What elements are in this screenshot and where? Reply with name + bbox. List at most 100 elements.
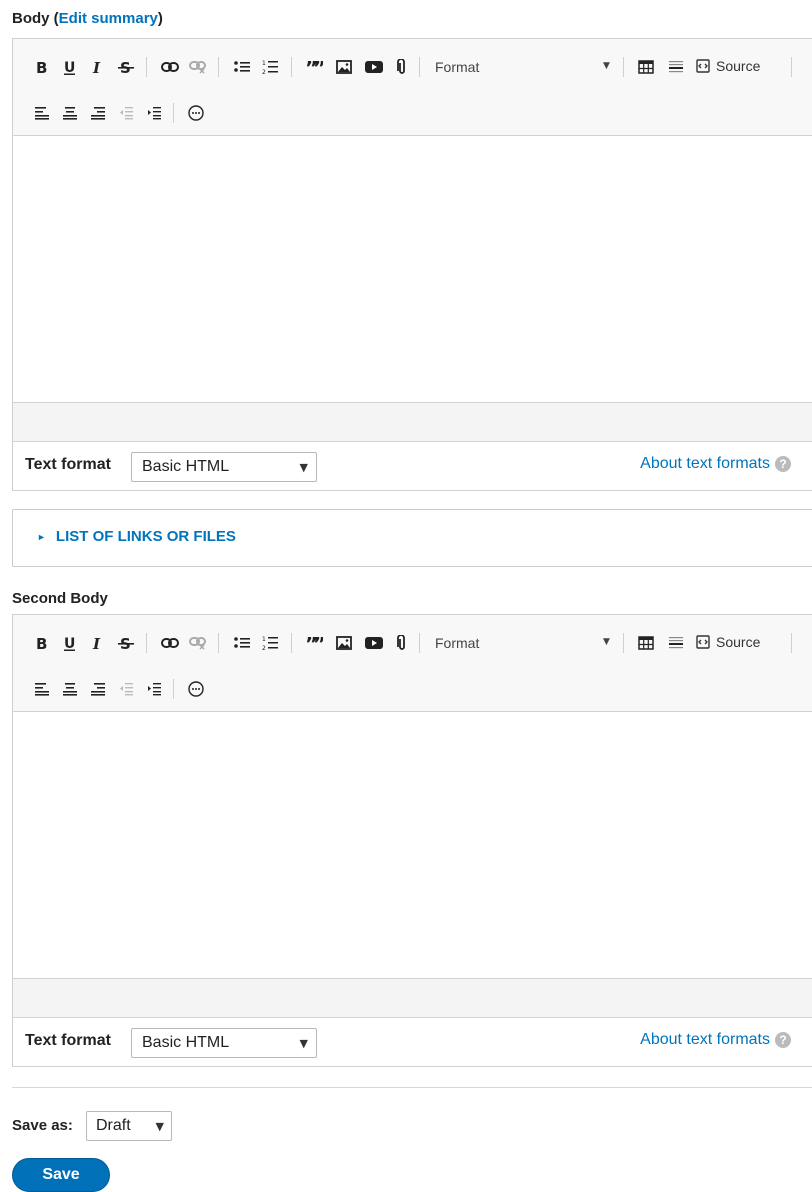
align-left-button[interactable] bbox=[31, 678, 53, 700]
svg-text:”: ” bbox=[313, 637, 323, 649]
numbered-list-button[interactable]: 12 bbox=[259, 632, 281, 654]
second-body-editor-content[interactable] bbox=[13, 712, 812, 978]
blockquote-button[interactable]: ”” bbox=[303, 56, 325, 78]
bulleted-list-icon bbox=[234, 61, 250, 72]
bulleted-list-button[interactable] bbox=[231, 632, 253, 654]
video-embed-button[interactable] bbox=[363, 56, 385, 78]
paperclip-icon bbox=[397, 635, 405, 650]
underline-button[interactable]: U bbox=[59, 632, 81, 654]
blockquote-icon: ”” bbox=[305, 637, 323, 649]
text-format-select[interactable]: Basic HTML ▼ bbox=[131, 1028, 317, 1058]
body-label: Body (Edit summary) bbox=[12, 10, 163, 27]
save-button[interactable]: Save bbox=[12, 1158, 110, 1192]
svg-text:2: 2 bbox=[262, 645, 266, 651]
details-summary[interactable]: ► LIST OF LINKS OR FILES bbox=[37, 528, 236, 545]
format-dropdown[interactable]: Format bbox=[435, 635, 479, 651]
more-button[interactable] bbox=[185, 102, 207, 124]
format-dropdown[interactable]: Format bbox=[435, 59, 479, 75]
table-icon bbox=[638, 60, 654, 74]
image-button[interactable] bbox=[333, 632, 355, 654]
align-right-icon bbox=[91, 683, 105, 696]
list-of-links-details[interactable]: ► LIST OF LINKS OR FILES bbox=[12, 509, 812, 567]
italic-button[interactable]: I bbox=[87, 632, 109, 654]
outdent-button[interactable] bbox=[115, 102, 137, 124]
blockquote-button[interactable]: ”” bbox=[303, 632, 325, 654]
toolbar-separator bbox=[146, 633, 147, 653]
text-format-select[interactable]: Basic HTML ▼ bbox=[131, 452, 317, 482]
question-circle-icon[interactable]: ? bbox=[775, 456, 791, 472]
horizontal-rule-button[interactable] bbox=[665, 632, 687, 654]
body-editor-toolbar: B U I S 12 ”” Format ▼ Source bbox=[13, 39, 812, 136]
image-button[interactable] bbox=[333, 56, 355, 78]
image-icon bbox=[336, 60, 352, 74]
toolbar-separator bbox=[218, 57, 219, 77]
numbered-list-icon: 12 bbox=[262, 60, 278, 75]
align-center-button[interactable] bbox=[59, 678, 81, 700]
outdent-button[interactable] bbox=[115, 678, 137, 700]
edit-summary-link[interactable]: Edit summary bbox=[59, 10, 158, 27]
align-left-button[interactable] bbox=[31, 102, 53, 124]
table-button[interactable] bbox=[635, 56, 657, 78]
ellipsis-circle-icon bbox=[188, 105, 204, 121]
unlink-button[interactable] bbox=[187, 56, 209, 78]
source-button[interactable]: Source bbox=[696, 634, 760, 650]
caret-down-icon: ▼ bbox=[299, 1037, 308, 1050]
indent-button[interactable] bbox=[143, 678, 165, 700]
body-label-paren-close: ) bbox=[157, 10, 163, 27]
svg-text:2: 2 bbox=[262, 69, 266, 75]
about-text-formats[interactable]: About text formats ? bbox=[640, 1031, 791, 1049]
indent-button[interactable] bbox=[143, 102, 165, 124]
strikethrough-button[interactable]: S bbox=[115, 632, 137, 654]
align-right-button[interactable] bbox=[87, 102, 109, 124]
video-embed-button[interactable] bbox=[363, 632, 385, 654]
table-button[interactable] bbox=[635, 632, 657, 654]
underline-button[interactable]: U bbox=[59, 56, 81, 78]
more-button[interactable] bbox=[185, 678, 207, 700]
svg-text:1: 1 bbox=[262, 636, 266, 643]
svg-text:U: U bbox=[64, 636, 75, 651]
align-right-icon bbox=[91, 107, 105, 120]
align-right-button[interactable] bbox=[87, 678, 109, 700]
source-button[interactable]: Source bbox=[696, 58, 760, 74]
body-label-paren-open: ( bbox=[49, 10, 59, 27]
moderation-state-select[interactable]: Draft ▼ bbox=[86, 1111, 172, 1141]
toolbar-separator bbox=[791, 633, 792, 653]
caret-down-icon: ▼ bbox=[155, 1120, 164, 1133]
align-center-button[interactable] bbox=[59, 102, 81, 124]
link-button[interactable] bbox=[159, 56, 181, 78]
body-editor: B U I S 12 ”” Format ▼ Source bbox=[12, 38, 812, 491]
align-left-icon bbox=[35, 107, 49, 120]
source-icon bbox=[696, 59, 710, 73]
unlink-button[interactable] bbox=[187, 632, 209, 654]
second-body-editor: B U I S 12 ”” Format ▼ Source bbox=[12, 614, 812, 1067]
indent-icon bbox=[148, 683, 161, 696]
strikethrough-button[interactable]: S bbox=[115, 56, 137, 78]
video-icon bbox=[365, 61, 383, 73]
italic-button[interactable]: I bbox=[87, 56, 109, 78]
text-format-label: Text format bbox=[25, 1032, 111, 1049]
chevron-down-icon[interactable]: ▼ bbox=[603, 637, 610, 647]
svg-text:1: 1 bbox=[262, 60, 266, 67]
question-circle-icon[interactable]: ? bbox=[775, 1032, 791, 1048]
body-editor-path-bar bbox=[13, 402, 812, 441]
indent-icon bbox=[148, 107, 161, 120]
svg-text:B: B bbox=[36, 635, 47, 651]
link-button[interactable] bbox=[159, 632, 181, 654]
horizontal-line-icon bbox=[669, 637, 683, 649]
body-editor-content[interactable] bbox=[13, 136, 812, 402]
bold-button[interactable]: B bbox=[31, 632, 53, 654]
about-text-formats-link[interactable]: About text formats bbox=[640, 455, 770, 473]
chevron-down-icon[interactable]: ▼ bbox=[603, 61, 610, 71]
horizontal-rule-button[interactable] bbox=[665, 56, 687, 78]
source-label: Source bbox=[716, 634, 761, 650]
about-text-formats[interactable]: About text formats ? bbox=[640, 455, 791, 473]
attach-file-button[interactable] bbox=[391, 632, 413, 654]
align-center-icon bbox=[63, 683, 77, 696]
bold-button[interactable]: B bbox=[31, 56, 53, 78]
attach-file-button[interactable] bbox=[391, 56, 413, 78]
about-text-formats-link[interactable]: About text formats bbox=[640, 1031, 770, 1049]
toolbar-separator bbox=[419, 633, 420, 653]
numbered-list-button[interactable]: 12 bbox=[259, 56, 281, 78]
blockquote-icon: ”” bbox=[305, 61, 323, 73]
bulleted-list-button[interactable] bbox=[231, 56, 253, 78]
